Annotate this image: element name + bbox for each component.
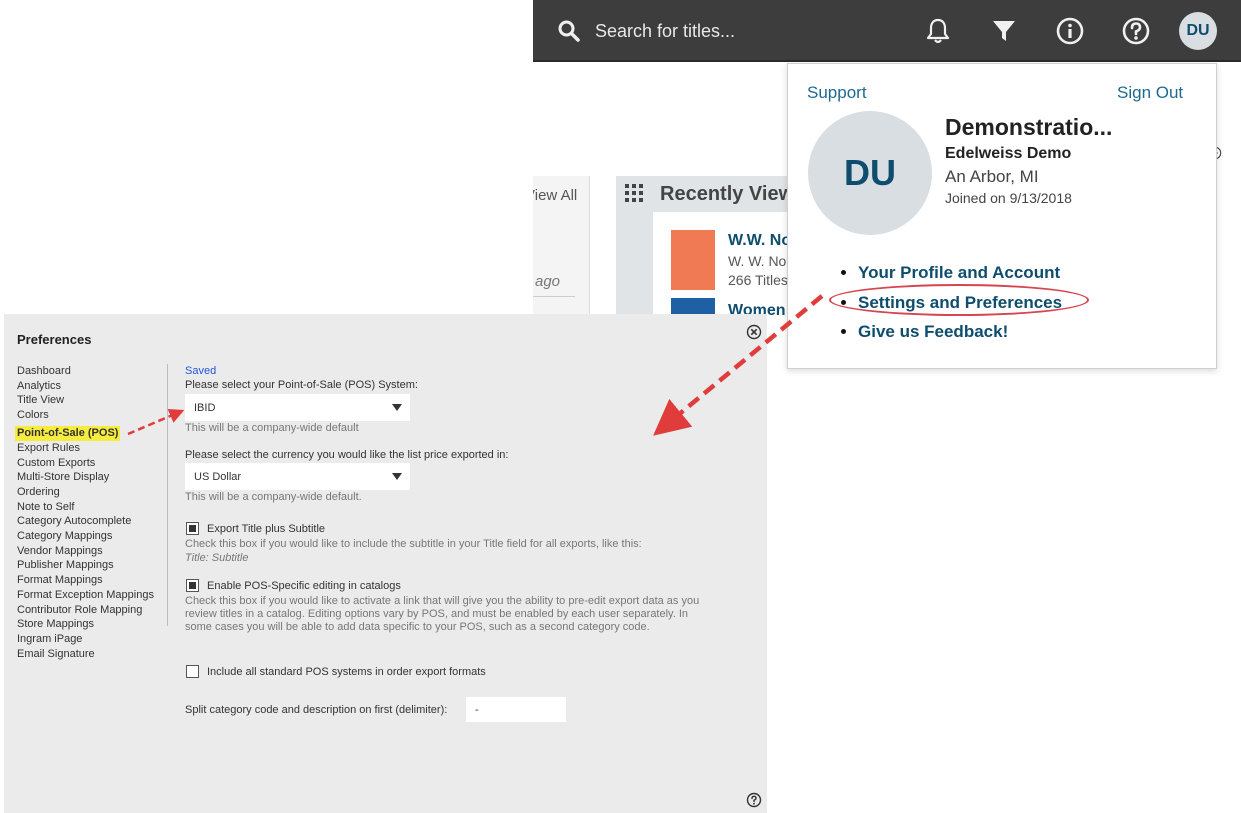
menu-item-feedback[interactable]: Give us Feedback! xyxy=(858,317,1062,347)
search-input[interactable] xyxy=(595,15,895,47)
divider xyxy=(167,364,168,626)
delimiter-input[interactable] xyxy=(466,697,566,722)
nav-item-ordering[interactable]: Ordering xyxy=(17,485,154,500)
menu-item-profile-account[interactable]: Your Profile and Account xyxy=(858,258,1062,288)
profile-dropdown: Support Sign Out DU Demonstratio... Edel… xyxy=(787,63,1217,369)
profile-menu: Your Profile and Account Settings and Pr… xyxy=(836,258,1062,347)
page-title: Preferences xyxy=(17,332,92,347)
screenshot-stage: View All ago Recently Viewed W.W. Norton… xyxy=(0,0,1241,813)
info-icon[interactable] xyxy=(1052,13,1088,49)
preferences-nav: Dashboard Analytics Title View Colors Po… xyxy=(15,364,154,662)
currency-value: US Dollar xyxy=(194,470,242,483)
pos-editing-label: Enable POS-Specific editing in catalogs xyxy=(207,580,401,592)
user-name: Demonstratio... xyxy=(945,114,1113,140)
divider xyxy=(533,296,575,297)
nav-item-colors[interactable]: Colors xyxy=(17,408,154,423)
nav-item-format-mappings[interactable]: Format Mappings xyxy=(17,573,154,588)
nav-item-dashboard[interactable]: Dashboard xyxy=(17,364,154,379)
catalog-count: 266 Titles xyxy=(728,272,788,288)
timestamp-text: ago xyxy=(535,273,561,290)
nav-item-note-to-self[interactable]: Note to Self xyxy=(17,500,154,515)
help-question-icon[interactable] xyxy=(1118,13,1154,49)
user-company: Edelweiss Demo xyxy=(945,145,1072,162)
user-location: An Arbor, MI xyxy=(945,167,1039,186)
user-joined-date: Joined on 9/13/2018 xyxy=(945,190,1072,206)
nav-item-category-autocomplete[interactable]: Category Autocomplete xyxy=(17,514,154,529)
pos-system-note: This will be a company-wide default xyxy=(185,422,359,434)
support-link[interactable]: Support xyxy=(807,83,867,103)
export-subtitle-description: Check this box if you would like to incl… xyxy=(185,538,642,550)
notifications-bell-icon[interactable] xyxy=(920,13,956,49)
close-icon[interactable] xyxy=(746,324,762,340)
nav-item-store-mappings[interactable]: Store Mappings xyxy=(17,617,154,632)
nav-item-format-exception-mappings[interactable]: Format Exception Mappings xyxy=(17,588,154,603)
nav-item-vendor-mappings[interactable]: Vendor Mappings xyxy=(17,544,154,559)
grid-icon xyxy=(625,184,643,202)
nav-item-contributor-role-mapping[interactable]: Contributor Role Mapping xyxy=(17,603,154,618)
chevron-down-icon xyxy=(392,404,402,411)
nav-item-ingram-ipage[interactable]: Ingram iPage xyxy=(17,632,154,647)
nav-item-category-mappings[interactable]: Category Mappings xyxy=(17,529,154,544)
export-subtitle-label: Export Title plus Subtitle xyxy=(207,523,326,535)
nav-item-email-signature[interactable]: Email Signature xyxy=(17,647,154,662)
user-avatar-button[interactable]: DU xyxy=(1179,12,1217,50)
avatar: DU xyxy=(808,111,932,235)
nav-item-publisher-mappings[interactable]: Publisher Mappings xyxy=(17,558,154,573)
nav-item-multi-store-display[interactable]: Multi-Store Display xyxy=(17,470,154,485)
export-subtitle-example: Title: Subtitle xyxy=(185,552,249,564)
currency-label: Please select the currency you would lik… xyxy=(185,449,509,461)
menu-item-settings-preferences[interactable]: Settings and Preferences xyxy=(858,288,1062,318)
pos-editing-checkbox[interactable] xyxy=(186,579,199,592)
pos-editing-description: Check this box if you would like to acti… xyxy=(185,595,700,633)
nav-item-export-rules[interactable]: Export Rules xyxy=(17,441,154,456)
search-icon[interactable] xyxy=(557,19,581,43)
filter-funnel-icon[interactable] xyxy=(986,13,1022,49)
export-subtitle-checkbox[interactable] xyxy=(186,522,199,535)
nav-item-point-of-sale[interactable]: Point-of-Sale (POS) xyxy=(15,425,121,441)
delimiter-label: Split category code and description on f… xyxy=(185,704,448,716)
include-standard-pos-label: Include all standard POS systems in orde… xyxy=(207,666,486,678)
pos-system-select[interactable]: IBID xyxy=(185,394,410,421)
include-standard-pos-checkbox[interactable] xyxy=(186,665,199,678)
saved-status: Saved xyxy=(185,365,217,377)
preferences-panel: Preferences Dashboard Analytics Title Vi… xyxy=(4,314,767,813)
currency-select[interactable]: US Dollar xyxy=(185,463,410,490)
top-navigation-bar: DU xyxy=(533,0,1241,62)
chevron-down-icon xyxy=(392,473,402,480)
pos-system-label: Please select your Point-of-Sale (POS) S… xyxy=(185,379,418,391)
nav-item-title-view[interactable]: Title View xyxy=(17,393,154,408)
pos-system-value: IBID xyxy=(194,401,216,414)
currency-note: This will be a company-wide default. xyxy=(185,491,362,503)
help-question-icon[interactable] xyxy=(746,792,762,808)
nav-item-custom-exports[interactable]: Custom Exports xyxy=(17,456,154,471)
book-cover-image[interactable] xyxy=(671,230,715,290)
nav-item-analytics[interactable]: Analytics xyxy=(17,379,154,394)
sign-out-link[interactable]: Sign Out xyxy=(1117,83,1183,103)
